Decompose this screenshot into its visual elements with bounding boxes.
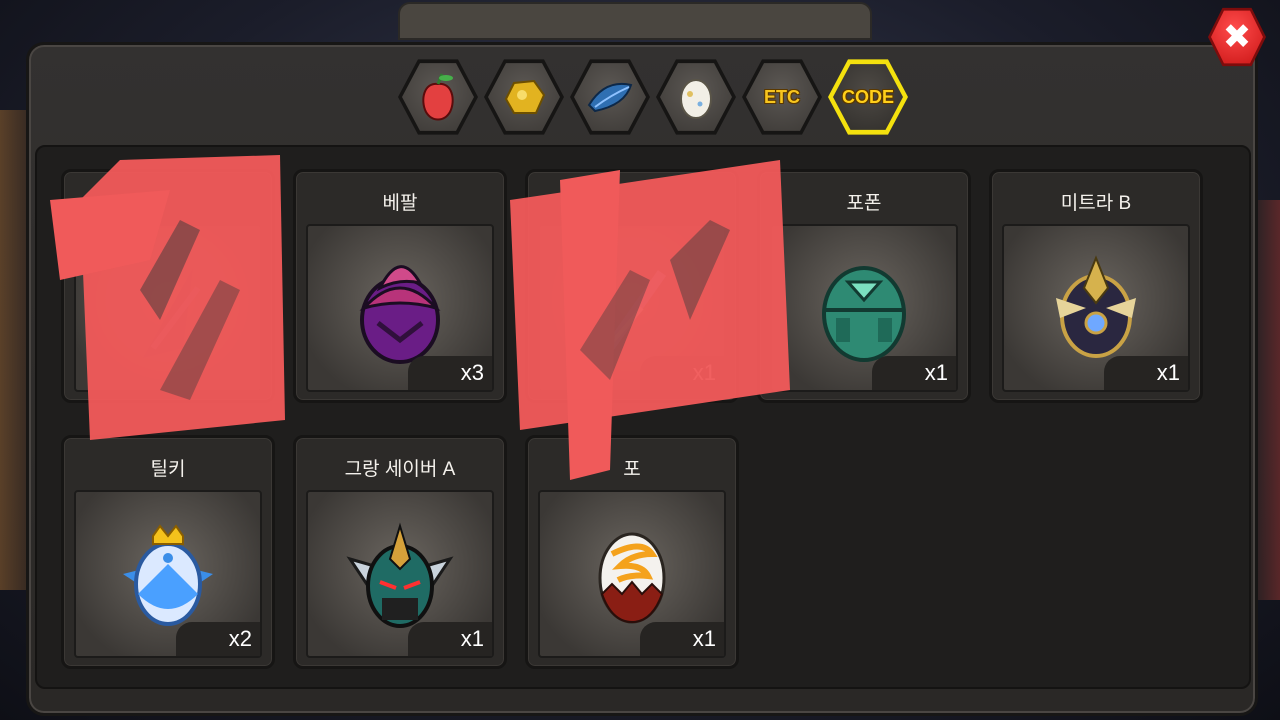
item-slot: x2: [74, 490, 262, 658]
item-count: x1: [872, 356, 956, 390]
purple-swirl-egg-icon: [359, 265, 441, 364]
item-name: 틸키: [150, 459, 186, 480]
item-slot: x1: [538, 490, 726, 658]
item-card-6[interactable]: 틸키 x2: [61, 435, 275, 669]
item-slot: [74, 224, 262, 392]
dark-feather-egg-icon: [143, 268, 201, 358]
flame-egg-icon: [598, 532, 666, 624]
item-name: 미트라 B: [1060, 193, 1132, 214]
item-name: 포: [623, 459, 641, 480]
item-slot: x3: [306, 224, 494, 392]
item-card-8[interactable]: 포 x1: [525, 435, 739, 669]
item-count: x1: [640, 356, 724, 390]
item-card-1[interactable]: [61, 169, 275, 403]
gold-nugget-icon: [504, 79, 546, 114]
item-count: x1: [640, 622, 724, 656]
item-name: 포폰: [846, 193, 882, 214]
crowned-blue-winged-egg-icon: [123, 524, 213, 626]
blue-feather-icon: [587, 83, 633, 113]
tab-etc[interactable]: ETC: [742, 59, 822, 135]
item-count: x1: [1104, 356, 1188, 390]
green-helmet-egg-icon: [346, 522, 454, 628]
egg-icon: [680, 79, 712, 119]
tab-etc-label: ETC: [764, 86, 800, 107]
inventory-panel: 베팔 x3 x1 포폰 x1 미트라 B x1 틸키 x2 그랑 세이버 A x…: [26, 42, 1258, 716]
item-count: x1: [408, 622, 492, 656]
item-slot: x1: [770, 224, 958, 392]
tab-fruit[interactable]: [398, 59, 478, 135]
item-slot: x1: [538, 224, 726, 392]
title-plate: [398, 2, 872, 40]
item-name: 베팔: [382, 193, 418, 214]
armored-gold-egg-icon: [1056, 255, 1136, 358]
item-card-7[interactable]: 그랑 세이버 A x1: [293, 435, 507, 669]
item-card-2[interactable]: 베팔 x3: [293, 169, 507, 403]
item-slot: x1: [306, 490, 494, 658]
close-icon: ✖: [1222, 18, 1252, 56]
item-count: x2: [176, 622, 260, 656]
fruit-icon: [422, 73, 454, 121]
green-triangle-egg-icon: [822, 266, 906, 362]
item-count: x3: [408, 356, 492, 390]
tab-code-label: CODE: [841, 86, 894, 107]
tab-code[interactable]: CODE: [828, 59, 908, 135]
item-card-4[interactable]: 포폰 x1: [757, 169, 971, 403]
tab-egg[interactable]: [656, 59, 736, 135]
item-card-5[interactable]: 미트라 B x1: [989, 169, 1203, 403]
item-name: 그랑 세이버 A: [344, 459, 456, 480]
item-card-3[interactable]: x1: [525, 169, 739, 403]
crystal-egg-icon: [597, 270, 667, 361]
item-slot: x1: [1002, 224, 1190, 392]
tab-gold[interactable]: [484, 59, 564, 135]
tab-feather[interactable]: [570, 59, 650, 135]
inventory-grid: 베팔 x3 x1 포폰 x1 미트라 B x1 틸키 x2 그랑 세이버 A x…: [35, 145, 1251, 689]
